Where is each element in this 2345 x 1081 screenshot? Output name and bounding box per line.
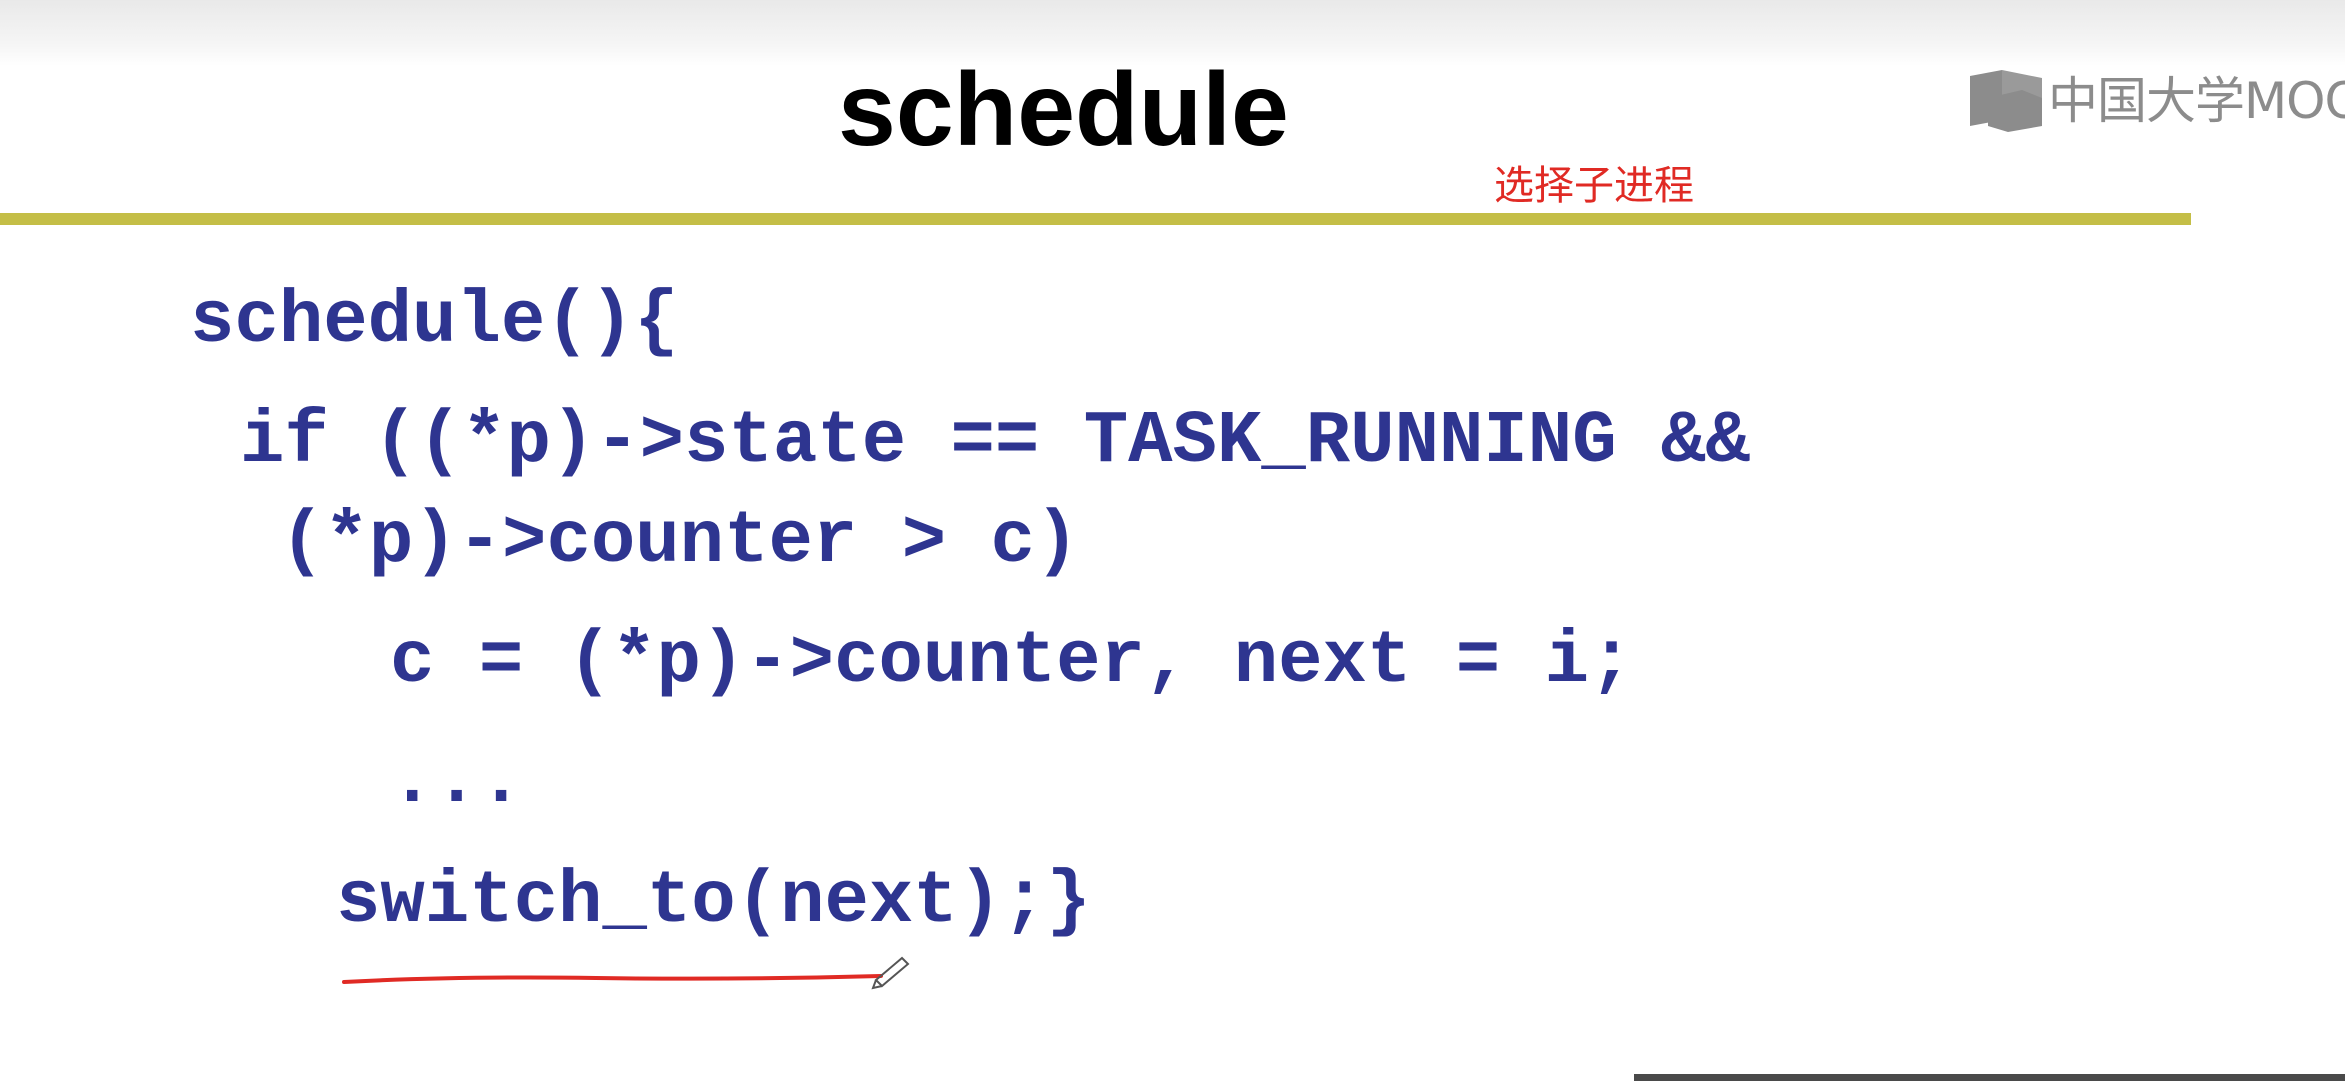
code-line: (*p)->counter > c)	[280, 500, 1080, 584]
code-line: c = (*p)->counter, next = i;	[390, 620, 1634, 704]
title-divider	[0, 213, 2191, 225]
red-underline	[342, 956, 910, 990]
annotation-label: 选择子进程	[1494, 163, 1694, 209]
slide-title: schedule	[838, 52, 1289, 168]
code-line: schedule(){	[190, 280, 679, 364]
code-line: if ((*p)->state == TASK_RUNNING &&	[240, 400, 1750, 484]
book-icon	[1970, 70, 2042, 132]
code-line: switch_to(next);}	[336, 860, 1091, 944]
bottom-video-edge	[1634, 1074, 2345, 1081]
mooc-logo: 中国大学MOOC	[1968, 68, 2345, 134]
logo-text: 中国大学MOOC	[2048, 72, 2345, 130]
code-line: ...	[390, 740, 524, 824]
pen-cursor-icon	[871, 956, 910, 990]
